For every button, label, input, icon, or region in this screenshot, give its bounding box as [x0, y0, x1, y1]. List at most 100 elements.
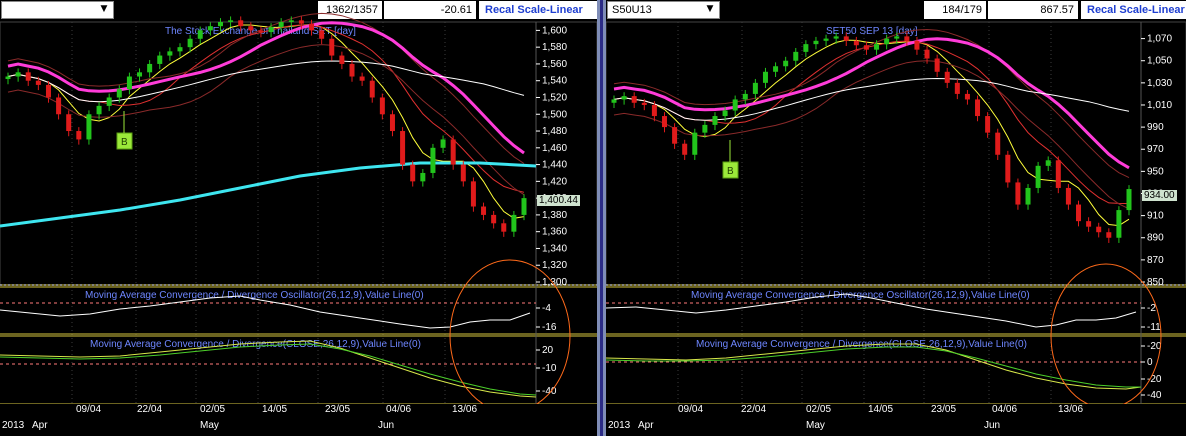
candle-body [511, 214, 517, 232]
candle-body [1106, 232, 1112, 238]
price-tick-label: 1,360 [542, 227, 567, 238]
last-price-tag: 1,400.44 [537, 195, 580, 206]
price-tick-label: 1,420 [542, 176, 567, 187]
candle-body [934, 58, 940, 72]
candle-body [15, 72, 21, 77]
candle-body [349, 63, 355, 77]
right-chart-pane: S50U13 ▼ 184/179 867.57 Recal Scale-Line… [606, 0, 1186, 436]
buy-marker-label: B [727, 166, 734, 177]
candle-body [137, 72, 143, 77]
month-label: May [806, 420, 825, 431]
candle-body [732, 99, 738, 111]
macd-tick-label: -40 [542, 386, 557, 397]
candle-body [400, 131, 406, 165]
candle-body [288, 20, 294, 22]
price-tick-label: 1,380 [542, 210, 567, 221]
price-tick-label: 1,460 [542, 143, 567, 154]
candle-body [783, 60, 789, 67]
candle-body [450, 139, 456, 165]
month-label: May [200, 420, 219, 431]
candle-body [843, 36, 849, 41]
candle-body [126, 76, 132, 90]
candle-body [742, 93, 748, 100]
price-panel-frame [0, 21, 597, 286]
macd-tick-label: 20 [542, 345, 554, 356]
price-tick-label: 1,030 [1147, 78, 1172, 89]
price-tick-label: 1,520 [542, 92, 567, 103]
osc-tick-label: -4 [542, 303, 551, 314]
price-tick-label: 1,050 [1147, 56, 1172, 67]
candle-body [752, 82, 758, 94]
candle-body [651, 104, 657, 117]
date-label: 13/06 [1058, 404, 1084, 415]
candle-body [1025, 187, 1031, 205]
candle-body [964, 93, 970, 100]
month-label: Apr [638, 420, 654, 431]
price-tick-label: 870 [1147, 255, 1164, 266]
right-chart-canvas[interactable]: 1,0701,0501,0301,01099097095093091089087… [606, 0, 1186, 436]
price-tick-label: 1,070 [1147, 34, 1172, 45]
price-tick-label: 990 [1147, 122, 1164, 133]
candle-body [874, 44, 880, 50]
candle-body [995, 132, 1001, 155]
candle-body [773, 66, 779, 72]
candle-body [430, 147, 436, 173]
candle-body [1096, 226, 1102, 233]
date-label: 09/04 [678, 404, 704, 415]
candle-body [954, 82, 960, 94]
candle-body [481, 206, 487, 215]
date-label: 04/06 [386, 404, 412, 415]
candle-body [1116, 210, 1122, 238]
candle-body [369, 80, 375, 98]
date-label: 14/05 [262, 404, 288, 415]
macd-tick-label: -40 [1147, 390, 1162, 401]
candle-body [863, 45, 869, 50]
price-tick-label: 1,300 [542, 277, 567, 288]
macd-line [606, 343, 1142, 390]
candle-body [631, 96, 637, 103]
candle-body [762, 71, 768, 83]
price-tick-label: 970 [1147, 144, 1164, 155]
candle-body [682, 143, 688, 155]
candle-body [66, 114, 72, 132]
price-tick-label: 890 [1147, 233, 1164, 244]
candle-body [1065, 187, 1071, 205]
price-tick-label: 1,560 [542, 59, 567, 70]
candle-body [985, 116, 991, 133]
candle-body [914, 40, 920, 50]
osc-tick-label: -11 [1147, 322, 1161, 333]
candle-body [197, 30, 203, 39]
candle-body [1015, 182, 1021, 205]
date-axis: 09/04 22/04 02/05 14/05 23/05 04/06 13/06 2013 A… [0, 404, 597, 436]
candle-body [975, 99, 981, 117]
month-label: Jun [984, 420, 1001, 431]
candle-body [641, 102, 647, 105]
candle-body [207, 26, 213, 31]
candle-body [379, 97, 385, 115]
macd-tick-label: 0 [1147, 357, 1153, 368]
ma-cyan-line [0, 161, 537, 228]
candle-body [157, 55, 163, 64]
candle-body [1076, 204, 1082, 222]
candle-body [1045, 160, 1051, 166]
date-label: 14/05 [868, 404, 894, 415]
price-tick-label: 1,340 [542, 243, 567, 254]
candle-body [894, 36, 900, 39]
left-chart-canvas[interactable]: 1,600 1,580 1,560 1,540 1,520 1,500 1,480 1,460… [0, 0, 597, 436]
candle-body [924, 49, 930, 59]
bollinger-upper-line [7, 12, 525, 164]
candle-body [86, 114, 92, 140]
price-tick-label: 1,580 [542, 42, 567, 53]
candle-body [298, 20, 304, 24]
candle-body [420, 172, 426, 182]
month-label: Apr [32, 420, 48, 431]
candle-body [1086, 221, 1092, 227]
candle-body [106, 97, 112, 106]
candle-body [470, 181, 476, 207]
candle-body [45, 84, 51, 98]
candle-body [440, 139, 446, 148]
candle-body [359, 76, 365, 81]
candle-body [167, 51, 173, 56]
pane-divider[interactable] [597, 0, 606, 436]
candle-body [722, 110, 728, 117]
